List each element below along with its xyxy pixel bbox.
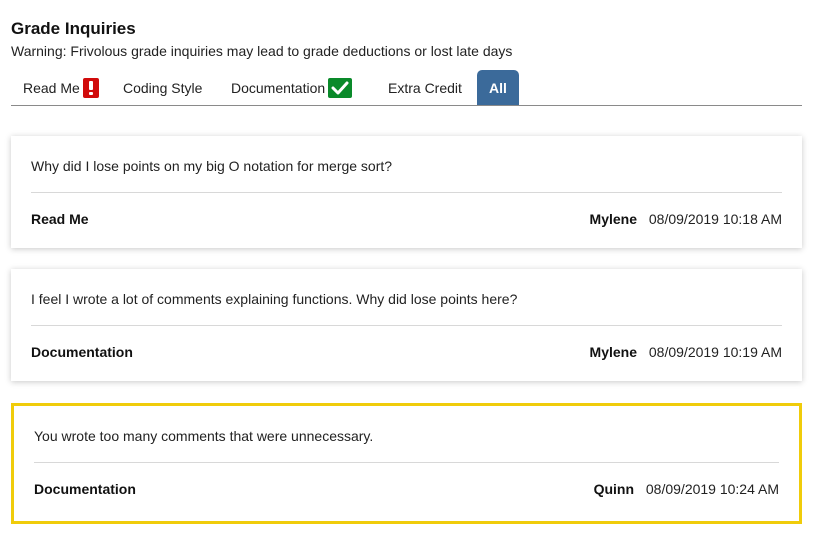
- post-category: Documentation: [34, 481, 136, 497]
- tab-documentation[interactable]: Documentation: [231, 70, 353, 105]
- post-meta: Mylene 08/09/2019 10:18 AM: [590, 211, 782, 227]
- tab-all[interactable]: All: [477, 70, 519, 105]
- inquiry-post: I feel I wrote a lot of comments explain…: [11, 269, 802, 381]
- post-text: I feel I wrote a lot of comments explain…: [31, 291, 518, 307]
- post-timestamp: 08/09/2019 10:18 AM: [648, 211, 782, 227]
- tab-read-me[interactable]: Read Me: [23, 70, 99, 105]
- post-text: You wrote too many comments that were un…: [34, 428, 374, 444]
- post-timestamp: 08/09/2019 10:19 AM: [648, 344, 782, 360]
- post-author: Mylene: [589, 344, 637, 360]
- post-author: Quinn: [593, 481, 634, 497]
- tab-label: Read Me: [23, 79, 80, 96]
- tab-label: Coding Style: [123, 79, 203, 96]
- tab-label: Documentation: [231, 79, 326, 96]
- tab-extra-credit[interactable]: Extra Credit: [388, 70, 462, 105]
- divider: [34, 462, 779, 463]
- post-category: Documentation: [31, 344, 133, 360]
- page-title: Grade Inquiries: [11, 19, 136, 38]
- tab-bar: Read Me Coding Style Documentation Extra…: [11, 70, 802, 106]
- post-meta: Mylene 08/09/2019 10:19 AM: [590, 344, 782, 360]
- post-meta: Quinn 08/09/2019 10:24 AM: [594, 481, 779, 497]
- inquiry-post-highlighted: You wrote too many comments that were un…: [11, 403, 802, 524]
- warning-text: Warning: Frivolous grade inquiries may l…: [11, 43, 513, 59]
- exclamation-icon: [82, 77, 99, 98]
- tab-label: All: [489, 79, 507, 96]
- tab-coding-style[interactable]: Coding Style: [123, 70, 202, 105]
- post-text: Why did I lose points on my big O notati…: [31, 158, 393, 174]
- divider: [31, 325, 782, 326]
- tab-label: Extra Credit: [388, 79, 462, 96]
- inquiry-post: Why did I lose points on my big O notati…: [11, 136, 802, 248]
- post-timestamp: 08/09/2019 10:24 AM: [645, 481, 779, 497]
- checkmark-icon: [328, 77, 353, 98]
- divider: [31, 192, 782, 193]
- post-author: Mylene: [589, 211, 637, 227]
- post-category: Read Me: [31, 211, 89, 227]
